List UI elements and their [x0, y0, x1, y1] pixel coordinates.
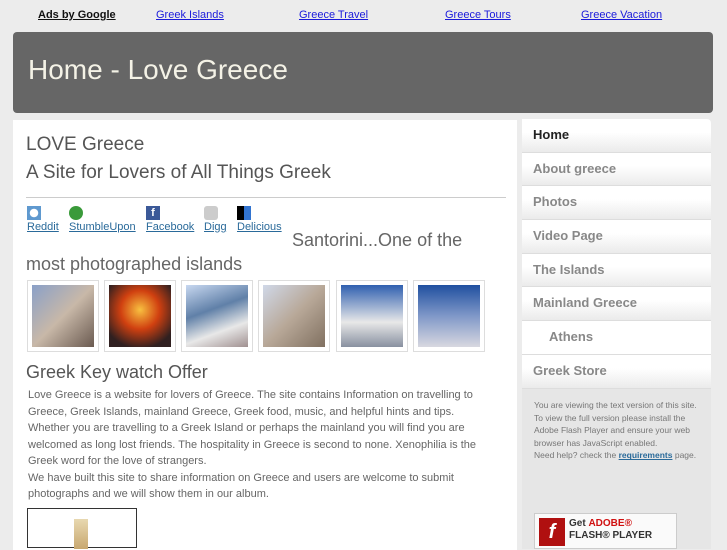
photo-thumbnail[interactable]: [104, 280, 176, 352]
facebook-icon: f: [146, 206, 160, 220]
notice-text: You are viewing the text version of this…: [534, 400, 697, 410]
page-title: LOVE Greece: [26, 134, 145, 155]
requirements-link[interactable]: requirements: [619, 450, 673, 460]
ad-link-greek-islands[interactable]: Greek Islands: [156, 9, 224, 21]
flash-adobe: ADOBE®: [588, 518, 632, 529]
flash-player: FLASH® PLAYER: [569, 530, 653, 541]
watch-offer-image[interactable]: [27, 508, 137, 549]
flash-notice: You are viewing the text version of this…: [522, 389, 711, 549]
delicious-icon: [237, 206, 251, 220]
help-suffix: page.: [674, 450, 697, 461]
help-prefix: Need help? check the: [534, 450, 617, 461]
help-text: Need help? check the requirements page.: [534, 449, 699, 462]
santorini-heading: Santorini...One of the most photographed…: [26, 230, 463, 274]
photo-thumbnail[interactable]: [413, 280, 485, 352]
flash-label: Get ADOBE® FLASH® PLAYER: [569, 518, 652, 542]
ads-bar: Ads by Google Greek Islands Greece Trave…: [0, 9, 727, 25]
flash-icon: f: [539, 518, 565, 546]
photo-thumbnail[interactable]: [258, 280, 330, 352]
digg-icon: [204, 206, 218, 220]
stumbleupon-icon: [69, 206, 83, 220]
intro-text: Love Greece is a website for lovers of G…: [28, 387, 498, 503]
nav-about-greece[interactable]: About greece: [522, 152, 711, 187]
nav-the-islands[interactable]: The Islands: [522, 253, 711, 288]
nav-athens[interactable]: Athens: [522, 321, 711, 355]
nav-home[interactable]: Home: [522, 119, 711, 153]
nav-photos[interactable]: Photos: [522, 186, 711, 221]
photo-thumbnail[interactable]: [27, 280, 99, 352]
reddit-icon: [27, 206, 41, 220]
ad-link-greece-tours[interactable]: Greece Tours: [445, 9, 511, 21]
get-flash-player-button[interactable]: f Get ADOBE® FLASH® PLAYER: [534, 513, 677, 549]
ad-link-greece-travel[interactable]: Greece Travel: [299, 9, 368, 21]
ad-link-greece-vacation[interactable]: Greece Vacation: [581, 9, 662, 21]
nav-greek-store[interactable]: Greek Store: [522, 354, 711, 389]
photo-thumbnail[interactable]: [336, 280, 408, 352]
page-subtitle: A Site for Lovers of All Things Greek: [26, 162, 331, 183]
site-title: Home - Love Greece: [28, 54, 288, 85]
intro-paragraph: Love Greece is a website for lovers of G…: [28, 389, 476, 467]
divider: [26, 197, 506, 198]
site-header: Home - Love Greece: [13, 32, 713, 113]
nav-video-page[interactable]: Video Page: [522, 220, 711, 254]
intro-paragraph-2: We have built this site to share informa…: [28, 471, 454, 501]
nav-mainland-greece[interactable]: Mainland Greece: [522, 287, 711, 322]
photo-thumbnail[interactable]: [181, 280, 253, 352]
main-content: LOVE Greece A Site for Lovers of All Thi…: [13, 120, 517, 550]
sidebar-nav: Home About greece Photos Video Page The …: [522, 119, 711, 389]
ads-by-google-link[interactable]: Ads by Google: [38, 9, 116, 21]
flash-get: Get: [569, 518, 586, 529]
notice-text-2: To view the full version please install …: [534, 412, 690, 448]
offer-heading: Greek Key watch Offer: [26, 362, 208, 382]
